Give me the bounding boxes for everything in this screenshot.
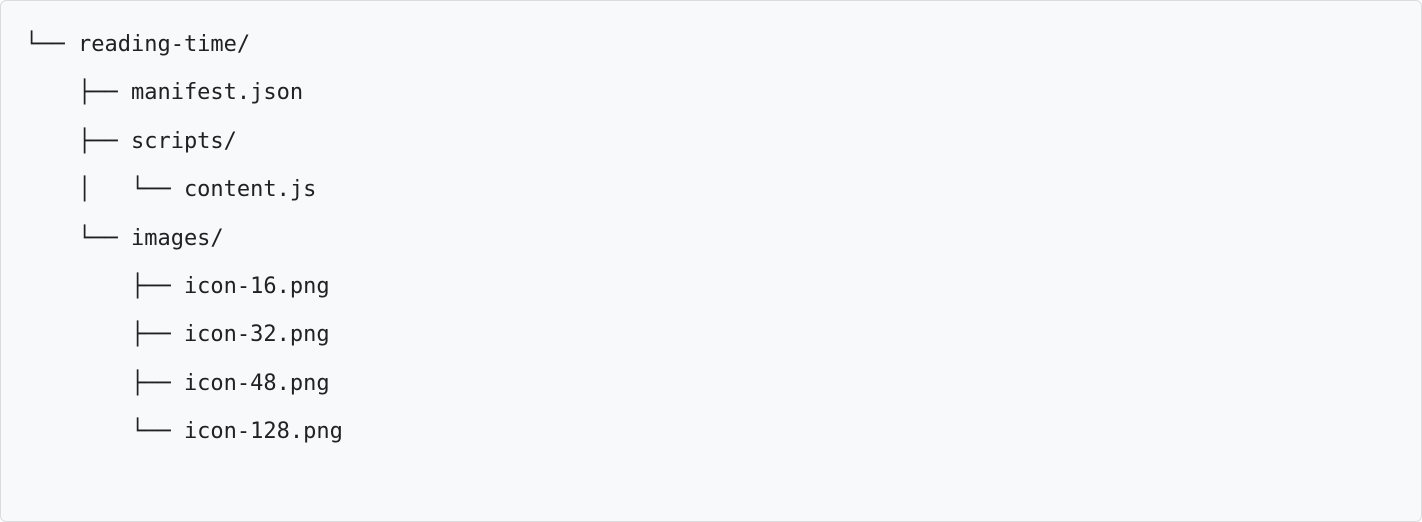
directory-tree: └── reading-time/ ├── manifest.json ├── … (0, 0, 1422, 522)
tree-line: ├── icon-16.png (25, 263, 1397, 311)
tree-line: └── images/ (25, 215, 1397, 263)
tree-line: └── reading-time/ (25, 21, 1397, 69)
tree-line: ├── icon-32.png (25, 311, 1397, 359)
tree-line: ├── icon-48.png (25, 360, 1397, 408)
tree-line: └── icon-128.png (25, 408, 1397, 456)
tree-line: │ └── content.js (25, 166, 1397, 214)
tree-line: ├── manifest.json (25, 69, 1397, 117)
tree-line: ├── scripts/ (25, 118, 1397, 166)
